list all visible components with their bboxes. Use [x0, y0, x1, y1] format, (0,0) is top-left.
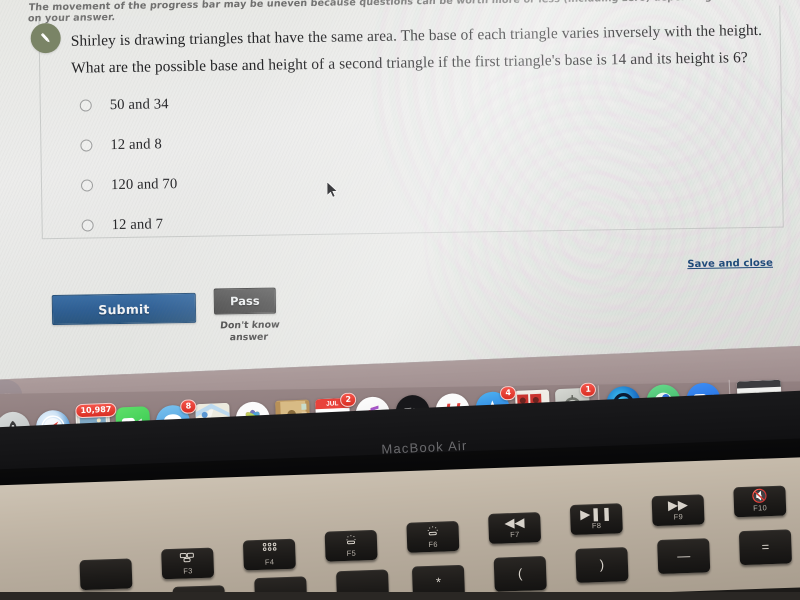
key-f2[interactable]	[79, 558, 133, 591]
save-and-close-link[interactable]: Save and close	[687, 258, 773, 270]
key-f6[interactable]: F6	[406, 520, 460, 553]
pass-subtext: Don't know answer	[213, 319, 285, 344]
key-paren-open[interactable]: (	[493, 555, 547, 592]
option-label: 12 and 8	[110, 135, 162, 153]
messages-badge: 8	[180, 399, 197, 414]
radio-button-option-3[interactable]	[80, 179, 94, 192]
fast-forward-icon: ▶▶	[667, 496, 689, 513]
key-f10[interactable]: 🔇 F10	[733, 485, 787, 518]
play-pause-icon: ▶❚❚	[579, 505, 613, 522]
key-label: (	[517, 565, 523, 581]
desk-surface	[0, 592, 800, 600]
key-label: F8	[591, 520, 602, 530]
key-label: =	[761, 539, 770, 555]
laptop-screen: CONTINUE 12 1985 The movement of the pro…	[0, 0, 800, 394]
key-label: F6	[428, 539, 438, 549]
appstore-badge: 4	[500, 385, 517, 401]
question-text: Shirley is drawing triangles that have t…	[70, 21, 763, 77]
launchpad-grid-icon	[261, 542, 276, 556]
photo-of-laptop-screen: CONTINUE 12 1985 The movement of the pro…	[0, 0, 800, 600]
key-label: F3	[183, 565, 193, 576]
key-equals[interactable]: =	[738, 529, 793, 566]
option-label: 50 and 34	[109, 95, 169, 113]
key-label: F7	[509, 529, 520, 539]
key-f7[interactable]: ◀◀ F7	[488, 512, 542, 544]
option-row[interactable]: 120 and 70	[80, 159, 502, 206]
key-label: )	[599, 556, 605, 573]
radio-button-option-1[interactable]	[79, 99, 92, 112]
option-row[interactable]: 12 and 8	[80, 119, 501, 166]
key-label: —	[676, 547, 691, 564]
pass-subtext-line-1: Don't know	[219, 319, 281, 332]
option-row[interactable]: 12 and 7	[81, 199, 502, 246]
pass-button[interactable]: Pass	[213, 287, 277, 315]
rewind-icon: ◀◀	[504, 514, 525, 530]
submit-button[interactable]: Submit	[51, 292, 197, 326]
keyboard-brightness-up-icon	[425, 525, 439, 537]
option-label: 120 and 70	[110, 175, 178, 193]
pass-subtext-line-2: answer	[229, 331, 269, 344]
key-f5[interactable]: F5	[324, 529, 378, 562]
mail-badge: 10,987	[75, 402, 117, 419]
key-label: F10	[752, 502, 768, 513]
key-f3[interactable]: F3	[161, 547, 215, 580]
key-f8[interactable]: ▶❚❚ F8	[569, 503, 623, 536]
key-dash[interactable]: —	[657, 538, 711, 575]
mute-icon: 🔇	[751, 487, 768, 504]
key-f4[interactable]: F4	[242, 538, 296, 571]
key-paren-close[interactable]: )	[575, 547, 629, 583]
systempreferences-badge: 1	[580, 382, 597, 398]
key-f9[interactable]: ▶▶ F9	[651, 494, 705, 527]
mouse-cursor-icon	[326, 180, 341, 200]
key-label: F5	[346, 548, 357, 558]
option-row[interactable]: 50 and 34	[79, 79, 500, 126]
key-label: F4	[264, 557, 275, 567]
mission-control-icon	[179, 552, 195, 565]
radio-button-option-4[interactable]	[81, 219, 94, 232]
key-label: F9	[673, 511, 684, 521]
key-label: *	[435, 574, 442, 590]
keyboard-brightness-icon	[344, 534, 358, 546]
calendar-badge: 2	[340, 392, 357, 408]
answer-options-list: 50 and 34 12 and 8 120 and 70 12 and 7	[79, 79, 501, 246]
option-label: 12 and 7	[111, 215, 164, 233]
radio-button-option-2[interactable]	[80, 139, 93, 152]
